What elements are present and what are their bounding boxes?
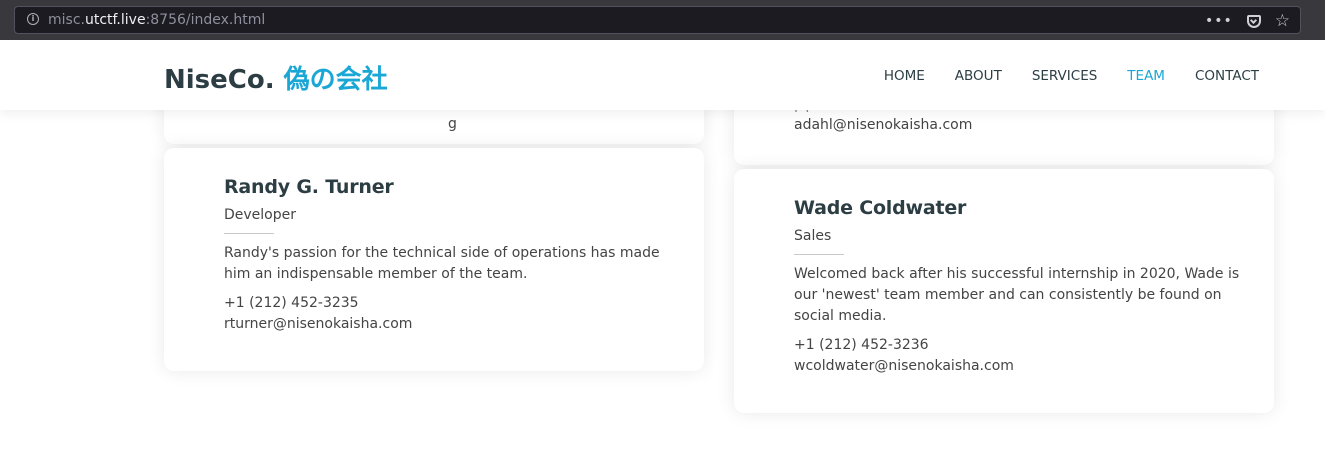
member-name: Wade Coldwater bbox=[794, 197, 967, 219]
url-suffix: :8756/index.html bbox=[145, 12, 266, 28]
member-description: Welcomed back after his successful inter… bbox=[794, 266, 1240, 324]
browser-toolbar: i misc.utctf.live:8756/index.html ••• ☆ bbox=[0, 0, 1325, 40]
page-content: g ( ) adahl@nisenokaisha.com Randy G. Tu… bbox=[0, 40, 1325, 476]
member-phone: +1 (212) 452-3236 bbox=[794, 337, 929, 353]
url-text[interactable]: misc.utctf.live:8756/index.html bbox=[48, 12, 265, 28]
address-bar[interactable]: i misc.utctf.live:8756/index.html ••• ☆ bbox=[14, 6, 1301, 34]
nav-home[interactable]: HOME bbox=[884, 68, 925, 84]
info-icon[interactable]: i bbox=[27, 13, 39, 25]
role-divider bbox=[794, 254, 844, 255]
site-header: NiseCo. 偽の会社 HOME ABOUT SERVICES TEAM CO… bbox=[0, 40, 1325, 110]
partial-text: g bbox=[448, 116, 457, 132]
member-role: Sales bbox=[794, 228, 832, 244]
member-email: rturner@nisenokaisha.com bbox=[224, 316, 413, 332]
member-description: Randy's passion for the technical side o… bbox=[224, 245, 660, 282]
role-divider bbox=[224, 233, 274, 234]
member-email: adahl@nisenokaisha.com bbox=[794, 117, 973, 133]
pocket-icon[interactable] bbox=[1246, 14, 1261, 28]
star-icon[interactable]: ☆ bbox=[1275, 12, 1290, 30]
url-prefix: misc. bbox=[48, 12, 85, 28]
member-role: Developer bbox=[224, 207, 297, 223]
url-host: utctf.live bbox=[84, 12, 146, 28]
nav-team[interactable]: TEAM bbox=[1127, 68, 1165, 84]
logo-text: NiseCo. bbox=[164, 65, 275, 95]
team-card-randy: Randy G. Turner Developer Randy's passio… bbox=[164, 148, 704, 371]
member-email: wcoldwater@nisenokaisha.com bbox=[794, 358, 1014, 374]
team-card-wade: Wade Coldwater Sales Welcomed back after… bbox=[734, 169, 1274, 413]
more-horizontal-icon[interactable]: ••• bbox=[1205, 13, 1233, 29]
member-phone: +1 (212) 452-3235 bbox=[224, 295, 359, 311]
nav-contact[interactable]: CONTACT bbox=[1195, 68, 1259, 84]
member-name: Randy G. Turner bbox=[224, 176, 394, 198]
nav-about[interactable]: ABOUT bbox=[955, 68, 1002, 84]
logo-accent: 偽の会社 bbox=[283, 65, 388, 95]
nav-services[interactable]: SERVICES bbox=[1032, 68, 1097, 84]
main-nav: HOME ABOUT SERVICES TEAM CONTACT bbox=[884, 68, 1259, 84]
site-logo[interactable]: NiseCo. 偽の会社 bbox=[164, 59, 388, 96]
